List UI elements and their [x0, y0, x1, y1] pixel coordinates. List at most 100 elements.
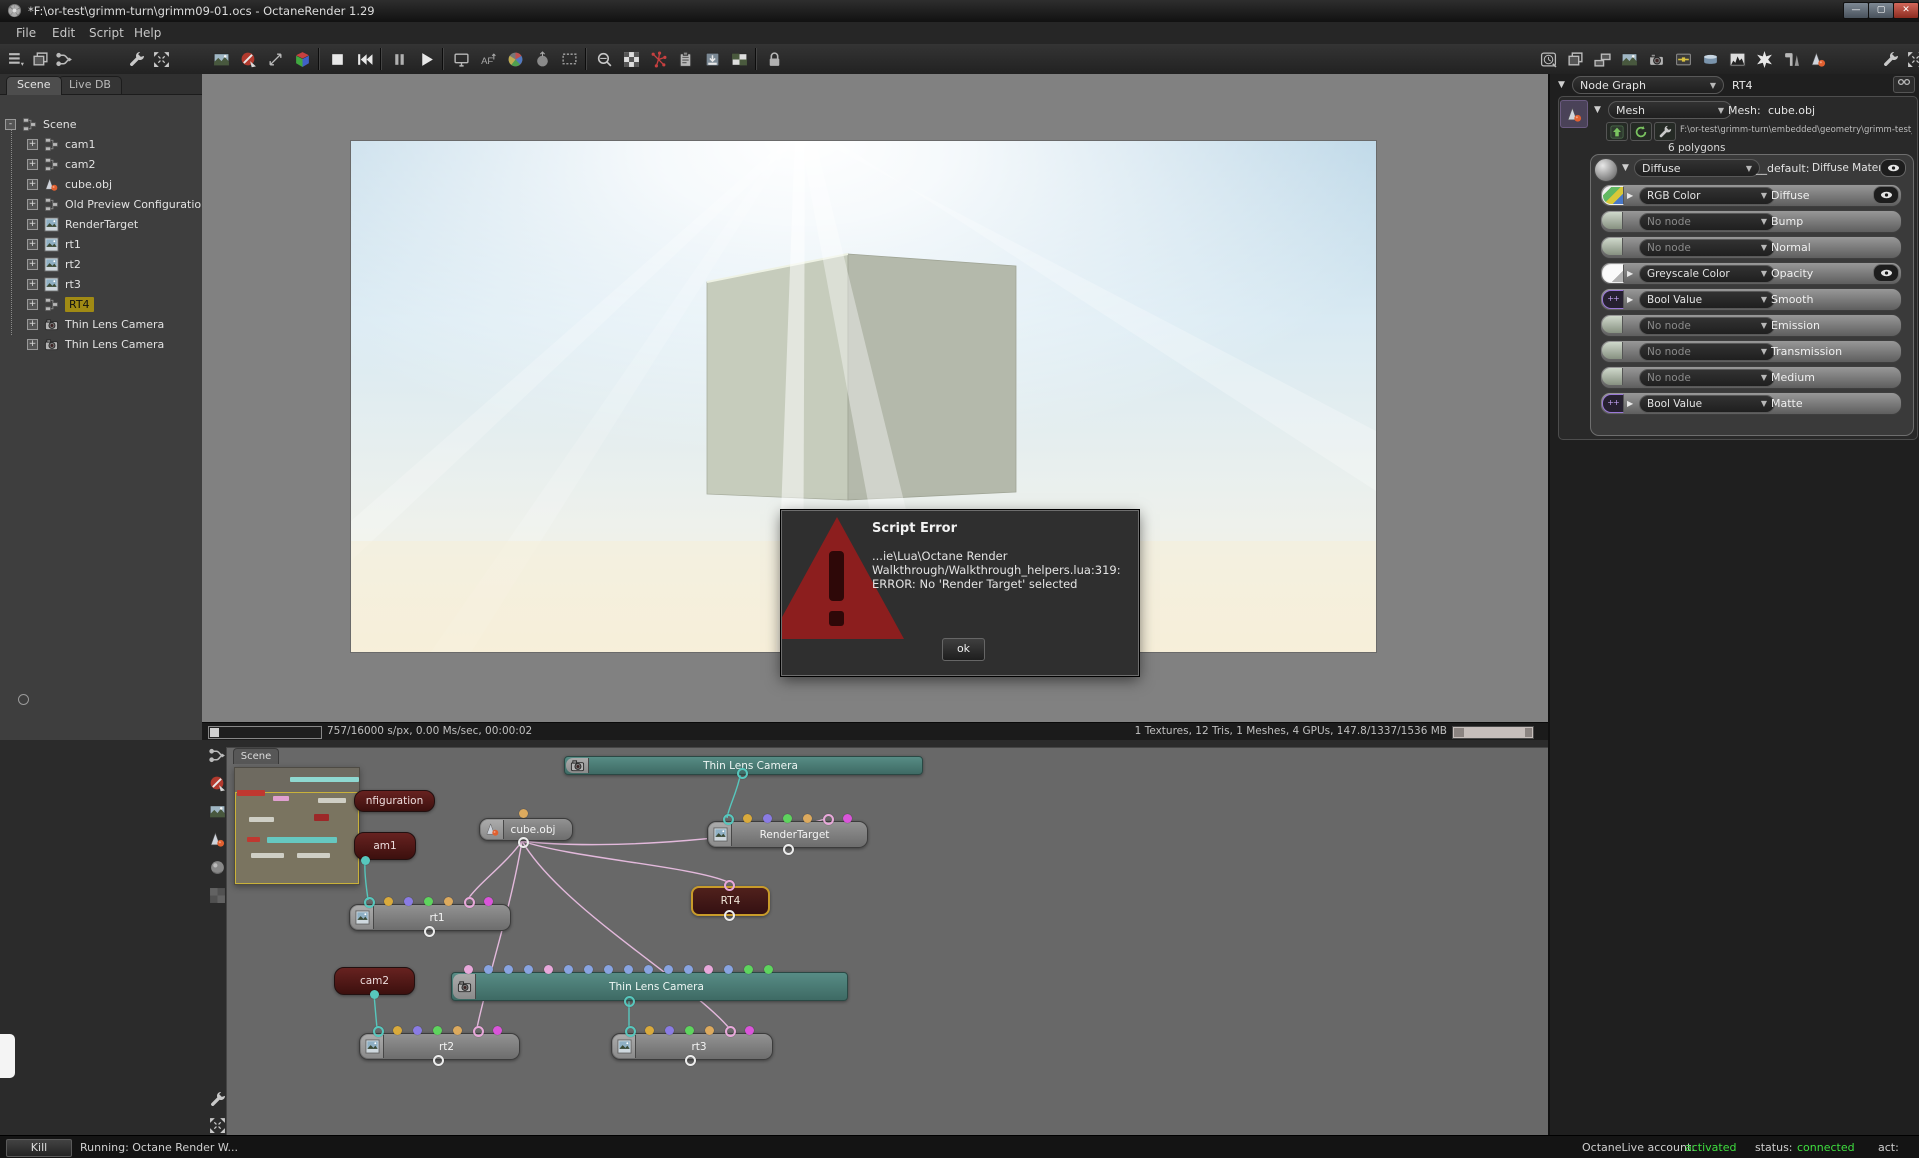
input-pin[interactable]	[782, 813, 792, 823]
input-pin[interactable]	[663, 964, 673, 974]
input-pin[interactable]	[383, 896, 393, 906]
none-swatch-icon[interactable]	[1602, 368, 1623, 385]
play-icon[interactable]	[415, 48, 437, 70]
link-nodes-icon[interactable]	[206, 744, 228, 766]
tree-item-rt3[interactable]: + rt3	[27, 275, 81, 293]
expand-box-icon[interactable]: +	[27, 298, 38, 310]
node-type-dropdown-normal[interactable]: No node ▼	[1639, 238, 1775, 257]
expand-box-icon[interactable]: +	[27, 158, 38, 170]
rgb-swatch-icon[interactable]	[1602, 186, 1624, 205]
input-pin[interactable]	[684, 1025, 694, 1035]
pause-icon[interactable]	[388, 48, 410, 70]
node-edge[interactable]	[373, 993, 378, 1029]
tree-item-rt4[interactable]: + RT4	[27, 295, 94, 313]
material-collapse-icon[interactable]: ▼	[1622, 163, 1629, 173]
none-swatch-icon[interactable]	[1602, 238, 1623, 255]
input-pin[interactable]	[452, 1025, 462, 1035]
material-node-icon[interactable]	[1560, 100, 1588, 128]
expand-box-icon[interactable]: +	[27, 198, 38, 210]
expand-icon[interactable]	[1904, 48, 1919, 70]
input-pin[interactable]	[543, 964, 553, 974]
node-graph-tab-scene[interactable]: Scene	[233, 748, 279, 764]
node-edge[interactable]	[467, 840, 523, 900]
mesh-collapse-icon[interactable]: ▼	[1594, 105, 1601, 115]
copy-layers-icon[interactable]	[29, 48, 51, 70]
clipboard-icon[interactable]	[674, 48, 696, 70]
tree-item-rt1[interactable]: + rt1	[27, 235, 81, 253]
tree-item-scene[interactable]: - Scene	[5, 115, 77, 133]
monitor-icon[interactable]	[450, 48, 472, 70]
node-edge[interactable]	[364, 859, 369, 901]
input-pin[interactable]	[724, 1025, 736, 1037]
tree-item-cam2[interactable]: + cam2	[27, 155, 96, 173]
sphere-icon[interactable]	[206, 856, 228, 878]
picture-icon[interactable]	[1618, 48, 1640, 70]
input-pin[interactable]	[722, 813, 734, 825]
output-pin[interactable]	[432, 1054, 444, 1066]
expand-icon[interactable]	[206, 1114, 228, 1136]
picture-icon[interactable]	[210, 48, 232, 70]
input-pin[interactable]	[742, 813, 752, 823]
node-type-dropdown-medium[interactable]: No node ▼	[1639, 368, 1775, 387]
menu-edit[interactable]: Edit	[46, 25, 81, 41]
input-pin[interactable]	[563, 964, 573, 974]
input-pin[interactable]	[644, 1025, 654, 1035]
save-image-icon[interactable]	[701, 48, 723, 70]
input-pin[interactable]	[723, 879, 735, 891]
expand-icon[interactable]	[150, 48, 172, 70]
expand-box-icon[interactable]: +	[27, 258, 38, 270]
input-pin[interactable]	[432, 1025, 442, 1035]
minimize-button[interactable]: —	[1843, 2, 1869, 19]
input-pin[interactable]	[704, 1025, 714, 1035]
graph-node-config[interactable]: nfiguration	[354, 790, 435, 812]
visibility-eye-icon[interactable]	[1873, 264, 1899, 282]
input-pin[interactable]	[423, 896, 433, 906]
tree-item-rendertarget[interactable]: + RenderTarget	[27, 215, 138, 233]
tab-live-db[interactable]: Live DB	[58, 76, 122, 95]
no-render-icon[interactable]	[206, 772, 228, 794]
resize-icon[interactable]	[264, 48, 286, 70]
ok-button[interactable]: ok	[942, 638, 985, 661]
input-pin[interactable]	[363, 896, 375, 908]
material-icon[interactable]	[1807, 48, 1829, 70]
tree-item-old-preview-configuration[interactable]: + Old Preview Configuration	[27, 195, 208, 213]
reload-mesh-button[interactable]	[1630, 122, 1652, 141]
wrench-icon[interactable]	[125, 48, 147, 70]
outliner-icon[interactable]	[5, 48, 27, 70]
input-pin[interactable]	[503, 964, 513, 974]
input-pin[interactable]	[372, 1025, 384, 1037]
collapse-triangle-icon[interactable]: ▼	[1558, 80, 1565, 90]
node-graph-type-dropdown[interactable]: Node Graph ▼	[1572, 76, 1724, 94]
maximize-button[interactable]: ▢	[1868, 2, 1894, 19]
tree-item-cam1[interactable]: + cam1	[27, 135, 96, 153]
node-type-dropdown-diffuse[interactable]: RGB Color ▼	[1639, 186, 1775, 205]
visibility-eye-icon[interactable]	[1873, 186, 1899, 204]
input-pin[interactable]	[463, 964, 473, 974]
graph-node-tlc-bottom[interactable]: Thin Lens Camera	[451, 972, 848, 1001]
output-pin[interactable]	[517, 836, 529, 848]
lens-icon[interactable]	[593, 48, 615, 70]
input-pin[interactable]	[518, 808, 528, 818]
rgb-cube-icon[interactable]	[291, 48, 313, 70]
output-pin[interactable]	[736, 767, 748, 779]
output-pin[interactable]	[423, 925, 435, 937]
input-pin[interactable]	[842, 813, 852, 823]
input-pin[interactable]	[744, 1025, 754, 1035]
output-pin[interactable]	[369, 989, 379, 999]
output-pin[interactable]	[782, 843, 794, 855]
node-type-dropdown-matte[interactable]: Bool Value ▼	[1639, 394, 1775, 413]
background-image-icon[interactable]	[728, 48, 750, 70]
input-pin[interactable]	[603, 964, 613, 974]
stop-icon[interactable]	[326, 48, 348, 70]
menu-file[interactable]: File	[10, 25, 42, 41]
input-pin[interactable]	[443, 896, 453, 906]
expand-box-icon[interactable]: +	[27, 138, 38, 150]
node-type-dropdown-bump[interactable]: No node ▼	[1639, 212, 1775, 231]
output-pin[interactable]	[723, 909, 735, 921]
node-graph-minimap[interactable]	[234, 767, 360, 885]
node-graph-canvas[interactable]: Scene Thin Lens Camera nfiguration cube.ob…	[226, 747, 1550, 1137]
bool-swatch-icon[interactable]: ++	[1602, 290, 1624, 309]
output-pin[interactable]	[360, 855, 370, 865]
tree-item-rt2[interactable]: + rt2	[27, 255, 81, 273]
tab-scene[interactable]: Scene	[6, 76, 62, 95]
